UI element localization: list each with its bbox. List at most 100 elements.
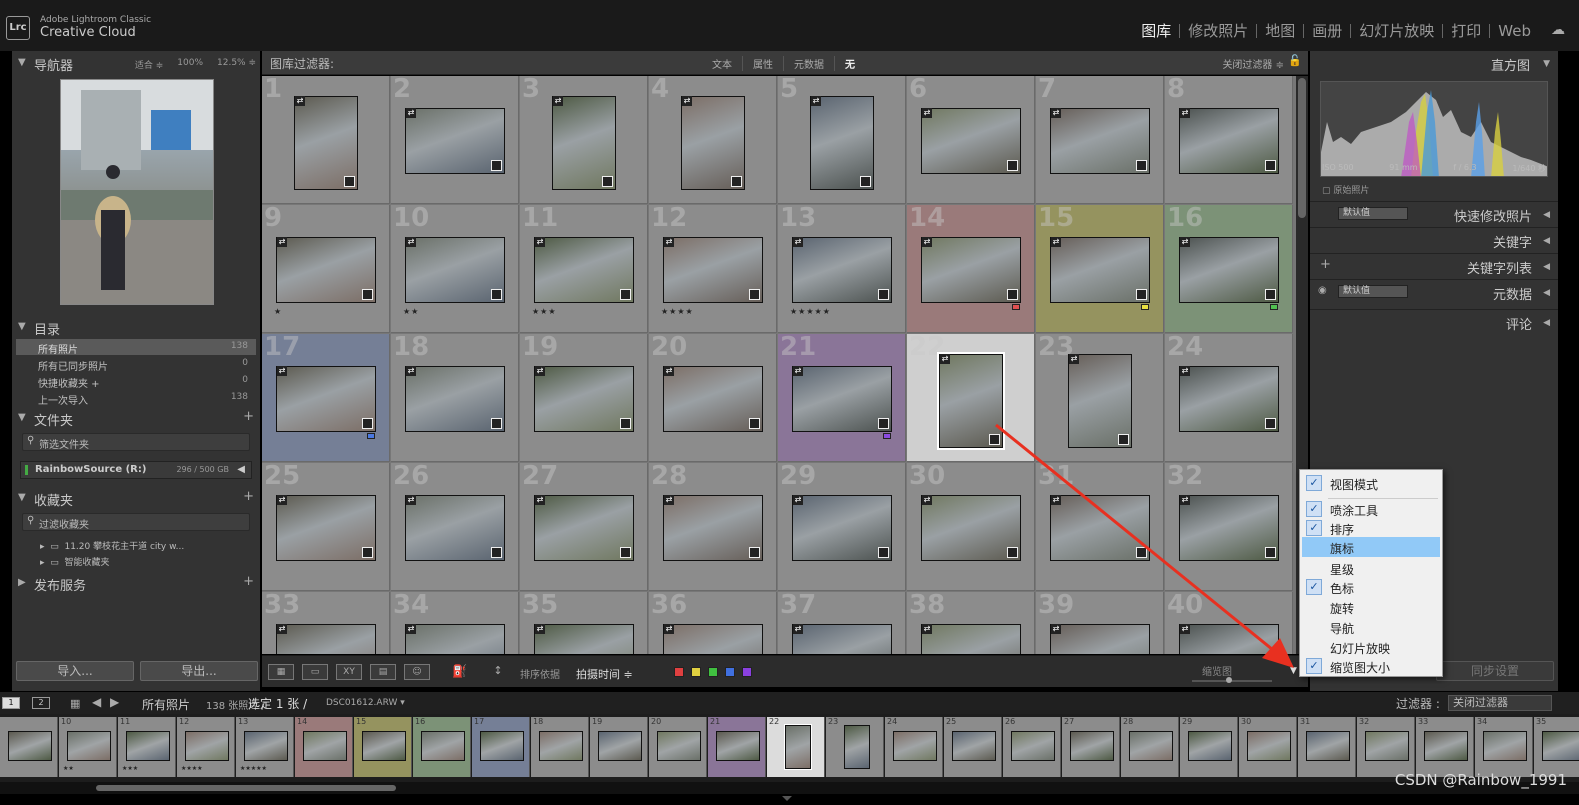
photo-thumbnail[interactable] [792,237,892,303]
filmstrip-thumb[interactable] [0,717,58,777]
volume-row[interactable]: RainbowSource (R:) 296 / 500 GB ◀ [20,461,252,479]
filmstrip-thumb[interactable]: 25 [944,717,1002,777]
photo-thumbnail[interactable] [534,366,634,432]
navigator-preview[interactable] [60,79,214,305]
photo-thumbnail[interactable] [663,237,763,303]
navigator-header[interactable]: ▼ 导航器 适合 ≑ 100% 12.5% ≑ [12,53,260,74]
module-print[interactable]: 打印 [1443,20,1489,41]
folders-header[interactable]: ▼ 文件夹 + [12,408,260,429]
second-screen-button[interactable]: 2 [32,697,50,709]
filmstrip-thumb[interactable]: 19 [590,717,648,777]
menu-item[interactable]: ✓ 排序 [1302,518,1440,538]
color-label-swatch[interactable] [708,667,718,677]
lock-icon[interactable]: 🔓 [1288,54,1302,67]
grid-cell[interactable]: 6 [907,76,1035,204]
collections-header[interactable]: ▼ 收藏夹 + [12,488,260,509]
filmstrip-thumb[interactable]: 14 [295,717,353,777]
expand-left-icon[interactable]: ◀ [237,464,245,475]
keywording-header[interactable]: 关键字 ◀ [1310,227,1558,251]
module-library[interactable]: 图库 [1133,20,1179,41]
star-rating[interactable]: ★★★★ [661,307,694,316]
menu-item[interactable]: 幻灯片放映 [1302,637,1440,657]
catalog-item-last-import[interactable]: 上一次导入 138 [16,390,256,407]
catalog-header[interactable]: ▼ 目录 [12,317,260,338]
sync-settings-button[interactable]: 同步设置 [1436,661,1554,681]
filmstrip-filter-select[interactable]: 关闭过滤器 [1448,695,1552,711]
filter-tab-metadata[interactable]: 元数据 [784,56,835,71]
photo-thumbnail[interactable] [405,624,505,654]
grid-cell[interactable]: 18 [391,332,519,462]
grid-cell[interactable]: 36 [649,590,777,654]
sort-select[interactable]: 拍摄时间 ≑ [576,666,633,682]
filter-tab-none[interactable]: 无 [835,56,865,71]
collapse-triangle-icon[interactable]: ▼ [1543,59,1550,69]
filmstrip-thumb[interactable]: 23 [826,717,884,777]
collection-search-input[interactable]: ⚲ 过滤收藏夹 [22,513,250,531]
photo-thumbnail[interactable] [405,495,505,561]
photo-thumbnail[interactable] [276,237,376,303]
grid-cell[interactable]: 32 [1165,461,1293,591]
filmstrip-thumb[interactable]: 21 [708,717,766,777]
toolbar-content-menu-icon[interactable]: ▼ [1290,666,1297,676]
grid-cell[interactable]: 5 [778,76,906,204]
grid-cell[interactable]: 12 ★★★★ [649,203,777,333]
photo-thumbnail[interactable] [792,495,892,561]
photo-thumbnail[interactable] [1050,108,1150,174]
module-web[interactable]: Web [1490,22,1539,40]
filmstrip-thumb[interactable]: 16 [413,717,471,777]
filmstrip-thumb[interactable]: 15 [354,717,412,777]
color-label-swatch[interactable] [674,667,684,677]
catalog-item-quick[interactable]: 快捷收藏夹 + 0 [16,373,256,390]
add-publish-icon[interactable]: + [243,574,254,589]
grid-icon[interactable]: ▦ [70,697,80,710]
photo-thumbnail[interactable] [1179,108,1279,174]
photo-thumbnail[interactable] [1050,624,1150,654]
grid-cell[interactable]: 28 [649,461,777,591]
photo-thumbnail[interactable] [405,237,505,303]
photo-thumbnail[interactable] [1179,495,1279,561]
add-folder-icon[interactable]: + [243,409,254,424]
nav-zoom-custom[interactable]: 12.5% ≑ [217,58,256,71]
menu-item[interactable]: 旗标 [1302,537,1440,557]
color-label[interactable] [1012,304,1020,310]
filmstrip-thumb[interactable]: 31 [1298,717,1356,777]
photo-thumbnail[interactable] [552,96,616,190]
filter-tab-text[interactable]: 文本 [702,56,743,71]
photo-thumbnail[interactable] [1050,237,1150,303]
grid-cell[interactable]: 8 [1165,76,1293,204]
bottom-panel-toggle[interactable] [782,796,792,801]
photo-thumbnail[interactable] [792,366,892,432]
grid-cell[interactable]: 23 [1036,332,1164,462]
filmstrip-thumb[interactable]: 30 [1239,717,1297,777]
photo-thumbnail[interactable] [405,366,505,432]
grid-cell[interactable]: 38 [907,590,1035,654]
filmstrip-thumb[interactable]: 18 [531,717,589,777]
color-label-swatch[interactable] [742,667,752,677]
compare-view-icon[interactable]: XY [336,664,362,680]
filmstrip-scrollbar-thumb[interactable] [96,785,396,791]
back-arrow-icon[interactable]: ◀ [92,695,101,709]
metadata-header[interactable]: ◉ 默认值 元数据 ◀ [1310,279,1558,303]
filmstrip-thumb[interactable]: 10 ★★ [59,717,117,777]
cloud-sync-icon[interactable]: ☁ [1551,22,1571,38]
filmstrip-thumb[interactable]: 29 [1180,717,1238,777]
filmstrip-thumb[interactable]: 20 [649,717,707,777]
filmstrip-thumb[interactable]: 33 [1416,717,1474,777]
menu-item[interactable]: 星级 [1302,558,1440,578]
filmstrip-thumb[interactable]: 32 [1357,717,1415,777]
grid-cell[interactable]: 20 [649,332,777,462]
photo-thumbnail[interactable] [276,495,376,561]
collection-item[interactable]: ▸ ▭ 11.20 攀枝花主干道 city w... [40,539,184,552]
photo-thumbnail[interactable] [921,624,1021,654]
grid-cell[interactable]: 22 [907,332,1035,462]
grid-cell[interactable]: 29 [778,461,906,591]
star-rating[interactable]: ★★★★★ [790,307,831,316]
color-label-swatch[interactable] [691,667,701,677]
filter-tab-attribute[interactable]: 属性 [743,56,784,71]
grid-cell[interactable]: 30 [907,461,1035,591]
grid-cell[interactable]: 17 [262,332,390,462]
photo-thumbnail[interactable] [921,495,1021,561]
photo-thumbnail[interactable] [405,108,505,174]
filter-preset-select[interactable]: 关闭过滤器 ≑ [1222,56,1284,71]
people-view-icon[interactable]: ☺ [404,664,430,680]
